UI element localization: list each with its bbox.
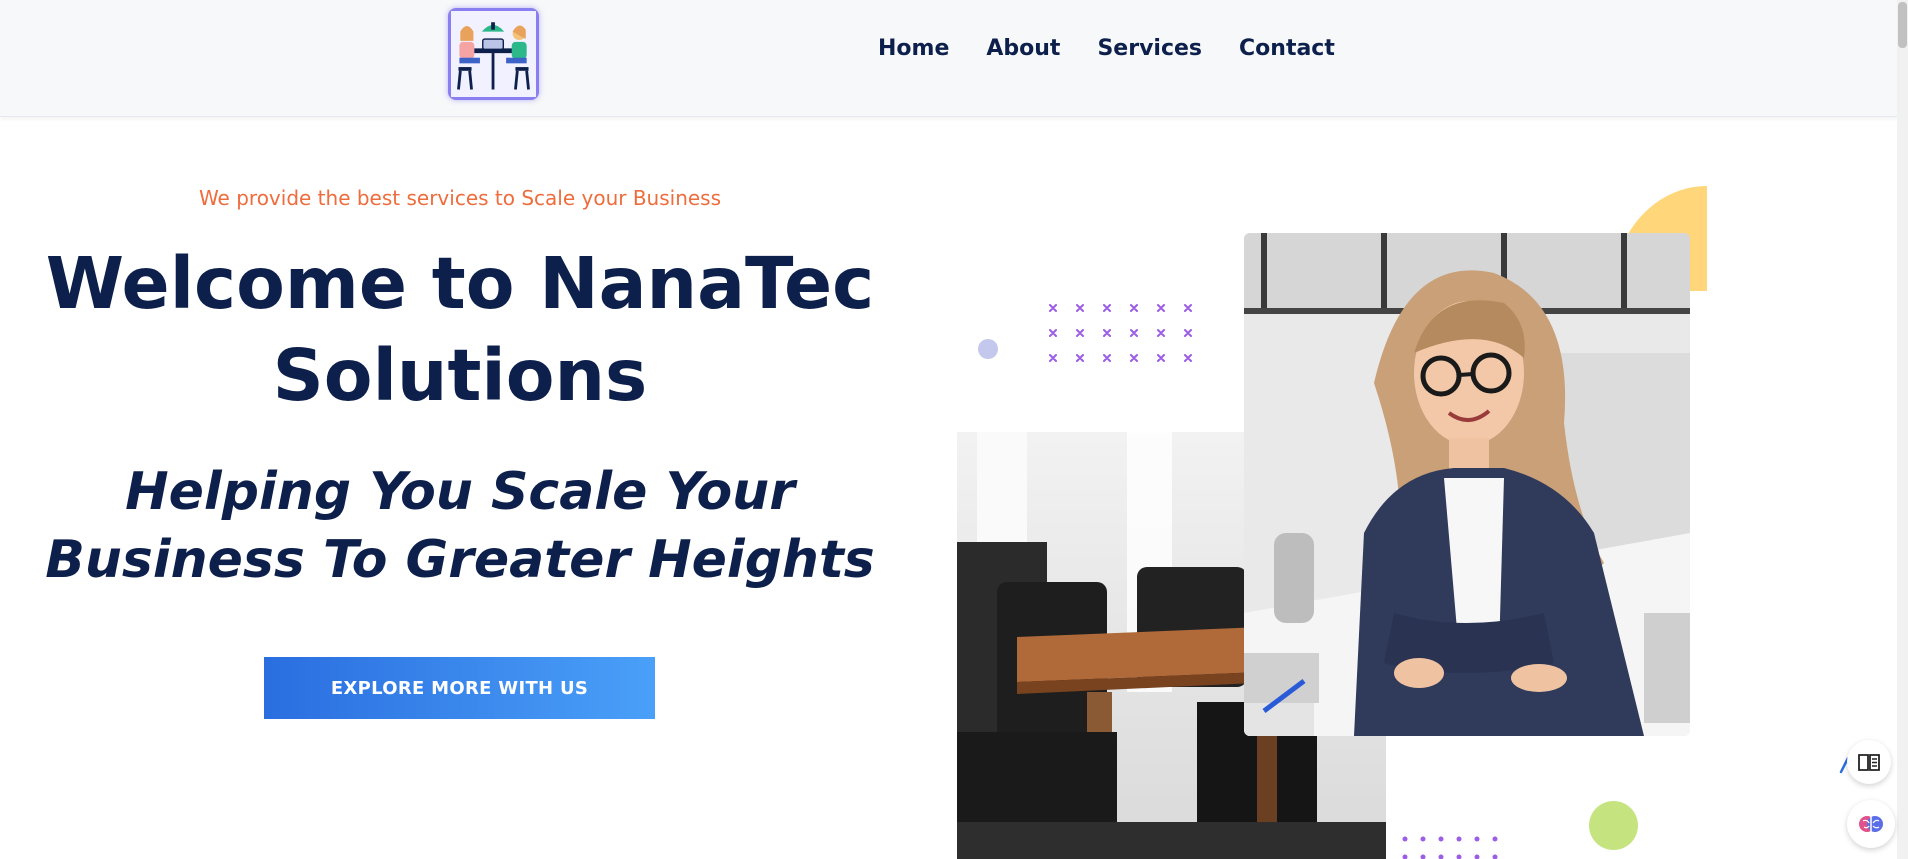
- hero-subtitle: Helping You Scale Your Business To Great…: [0, 458, 920, 594]
- hero-title-line-1: Welcome to NanaTec: [45, 242, 875, 325]
- brain-assistant-icon: [1859, 816, 1883, 832]
- decorative-lavender-dot: [978, 339, 998, 359]
- hero-title-line-2: Solutions: [272, 334, 648, 417]
- hero-title: Welcome to NanaTec Solutions: [0, 238, 920, 422]
- hero-subtitle-line-1: Helping You Scale Your: [125, 462, 795, 522]
- nav-about-link[interactable]: About: [986, 36, 1060, 61]
- reader-mode-icon: [1858, 754, 1880, 771]
- site-header: Home About Services Contact: [0, 0, 1897, 117]
- main-nav: Home About Services Contact: [878, 36, 1335, 61]
- reader-mode-button[interactable]: [1847, 740, 1891, 784]
- assistant-button[interactable]: [1847, 800, 1895, 848]
- nav-contact-link[interactable]: Contact: [1239, 36, 1335, 61]
- smiling-woman-at-desk-photo: [1244, 233, 1690, 736]
- nav-services-link[interactable]: Services: [1097, 36, 1202, 61]
- scrollbar-thumb[interactable]: [1898, 2, 1907, 48]
- nav-home-link[interactable]: Home: [878, 36, 949, 61]
- hero-tagline: We provide the best services to Scale yo…: [198, 186, 722, 210]
- explore-more-button[interactable]: EXPLORE MORE WITH US: [264, 657, 655, 719]
- hero-subtitle-line-2: Business To Greater Heights: [45, 530, 875, 590]
- page-scrollbar[interactable]: [1897, 0, 1908, 859]
- decorative-cross-pattern: [1049, 304, 1192, 362]
- team-meeting-logo-icon[interactable]: [448, 8, 539, 100]
- decorative-green-circle: [1589, 801, 1638, 850]
- decorative-dot-pattern: [1402, 836, 1498, 859]
